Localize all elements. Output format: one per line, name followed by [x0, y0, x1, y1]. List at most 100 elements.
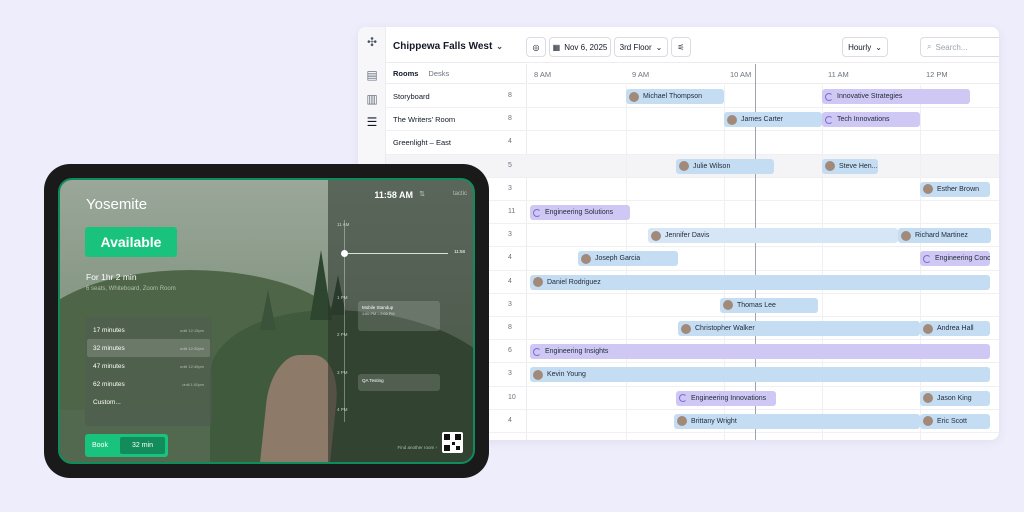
- sync-icon[interactable]: ⇅: [419, 190, 425, 198]
- tabs: Rooms Desks: [386, 64, 526, 84]
- hour-label: 10 AM: [730, 70, 752, 79]
- hour-label: 11 AM: [828, 70, 849, 79]
- recurring-icon: [679, 394, 687, 403]
- duration-option[interactable]: 32 minutes until 12:30pm: [87, 339, 210, 358]
- floor-label: 3rd Floor: [619, 42, 652, 52]
- booking-event[interactable]: Jason King: [920, 390, 990, 406]
- timeline-event[interactable]: Mobile Standup 1:00 PM – 2:00 PM: [358, 301, 440, 331]
- search-input[interactable]: ⌕ Search...: [920, 37, 999, 57]
- booking-event[interactable]: Esther Brown: [920, 181, 990, 197]
- room-capacity: 8: [508, 92, 512, 99]
- booking-event[interactable]: Innovative Strategies: [822, 89, 970, 104]
- duration-option[interactable]: 62 minutes until 1:00pm: [87, 376, 210, 394]
- room-capacity: 8: [508, 115, 512, 123]
- event-label: Thomas Lee: [737, 301, 776, 309]
- find-another-room-link[interactable]: Find another room ›: [397, 445, 437, 450]
- room-name: Storyboard: [393, 92, 430, 101]
- booking-event[interactable]: Andrea Hall: [920, 321, 990, 336]
- until-time: until 12:15pm: [179, 327, 204, 333]
- event-label: Daniel Rodriguez: [547, 278, 601, 286]
- room-capacity: 4: [508, 138, 512, 146]
- booking-event[interactable]: Joseph Garcia: [578, 251, 678, 267]
- booking-event[interactable]: Eric Scott: [920, 413, 990, 429]
- booking-event[interactable]: Jennifer Davis: [648, 228, 898, 244]
- duration-option-custom[interactable]: Custom...: [87, 394, 210, 412]
- target-icon: ◎: [532, 42, 540, 52]
- tablet-screen: Yosemite Available For 1hr 2 min 6 seats…: [58, 178, 475, 464]
- room-capacity: 4: [508, 254, 512, 262]
- recurring-icon: [533, 347, 541, 356]
- room-capacity: 8: [508, 324, 512, 331]
- panel-icon[interactable]: ▤: [365, 68, 379, 82]
- qr-block: [452, 442, 455, 445]
- event-label: Kevin Young: [547, 371, 586, 379]
- event-label: Jennifer Davis: [665, 232, 710, 240]
- locate-button[interactable]: ◎: [526, 37, 546, 57]
- clock: 11:58 AM: [374, 190, 413, 200]
- booking-event[interactable]: James Carter: [724, 112, 822, 128]
- schedule-icon[interactable]: ☰: [365, 115, 379, 129]
- event-label: Joseph Garcia: [595, 255, 641, 263]
- booking-event[interactable]: Kevin Young: [530, 367, 990, 383]
- room-capacity: 4: [508, 277, 512, 285]
- duration-label: 32 minutes: [93, 344, 125, 352]
- booking-event[interactable]: Tech Innovations: [822, 112, 920, 128]
- calendar-icon: ▦: [552, 42, 561, 52]
- map-icon[interactable]: ▥: [365, 92, 379, 106]
- event-label: Eric Scott: [937, 417, 967, 425]
- timeline-panel: 11 AM 1 PM 2 PM 3 PM 4 PM Mobile Standup…: [328, 180, 473, 462]
- duration-options: 17 minutes until 12:15pm 32 minutes until …: [85, 317, 212, 426]
- booking-event[interactable]: Engineering Innovations: [676, 390, 776, 406]
- event-label: Richard Martinez: [915, 232, 968, 240]
- booking-event[interactable]: Steve Hen...: [822, 158, 878, 174]
- recurring-icon: [825, 115, 833, 124]
- hour-label: 12 PM: [926, 70, 948, 79]
- event-label: Engineering Insights: [545, 348, 609, 356]
- floor-selector[interactable]: 3rd Floor ⌄: [614, 37, 668, 57]
- booking-event[interactable]: Thomas Lee: [720, 297, 818, 313]
- grid-line: [724, 85, 725, 440]
- avatar: [629, 91, 639, 102]
- booking-event[interactable]: Brittany Wright: [674, 413, 920, 429]
- location-selector[interactable]: Chippewa Falls West ⌄: [393, 41, 503, 52]
- booking-event[interactable]: Engineering Insights: [530, 344, 990, 360]
- event-label: Tech Innovations: [837, 116, 890, 124]
- search-placeholder: Search...: [935, 42, 968, 52]
- booking-event[interactable]: Richard Martinez: [898, 228, 991, 244]
- book-label: Book: [92, 442, 108, 449]
- event-label: Esther Brown: [937, 185, 980, 193]
- brand-logo: tactic: [452, 191, 467, 197]
- duration-label: 17 minutes: [93, 326, 125, 334]
- view-selector[interactable]: Hourly ⌄: [842, 37, 888, 57]
- event-label: Innovative Strategies: [837, 93, 903, 100]
- filter-button[interactable]: ⚟: [671, 37, 691, 57]
- duration-option[interactable]: 47 minutes until 12:45pm: [87, 357, 210, 375]
- booking-event[interactable]: Daniel Rodriguez: [530, 274, 990, 290]
- room-capacity: 3: [508, 300, 512, 308]
- sliders-icon: ⚟: [677, 42, 685, 52]
- chevron-down-icon: ⌄: [655, 42, 663, 52]
- avatar: [681, 323, 691, 334]
- time-header: 8 AM 9 AM 10 AM 11 AM 12 PM: [528, 64, 999, 84]
- recurring-icon: [825, 92, 833, 101]
- avatar: [677, 416, 687, 427]
- chevron-down-icon: ⌄: [875, 42, 882, 52]
- room-title: Yosemite: [86, 196, 148, 213]
- tab-desks[interactable]: Desks: [428, 69, 449, 78]
- until-time: until 12:45pm: [179, 363, 204, 369]
- booking-event[interactable]: Michael Thompson: [626, 89, 724, 104]
- booking-event[interactable]: Engineering Solutions: [530, 205, 630, 220]
- avatar: [533, 369, 543, 380]
- event-label: Julie Wilson: [693, 162, 731, 170]
- booking-event[interactable]: Christopher Walker: [678, 321, 920, 336]
- date-picker[interactable]: ▦ Nov 6, 2025: [549, 37, 611, 57]
- event-title: Mobile Standup: [362, 305, 394, 310]
- booking-event[interactable]: Julie Wilson: [676, 158, 774, 174]
- qr-block: [456, 446, 460, 450]
- tab-rooms[interactable]: Rooms: [393, 69, 418, 78]
- book-button[interactable]: Book 32 min: [85, 434, 168, 457]
- booking-event[interactable]: Engineering Conce: [920, 251, 990, 267]
- qr-code-icon: [442, 432, 463, 453]
- timeline-event[interactable]: QA Testing: [358, 374, 440, 391]
- duration-option[interactable]: 17 minutes until 12:15pm: [87, 321, 210, 339]
